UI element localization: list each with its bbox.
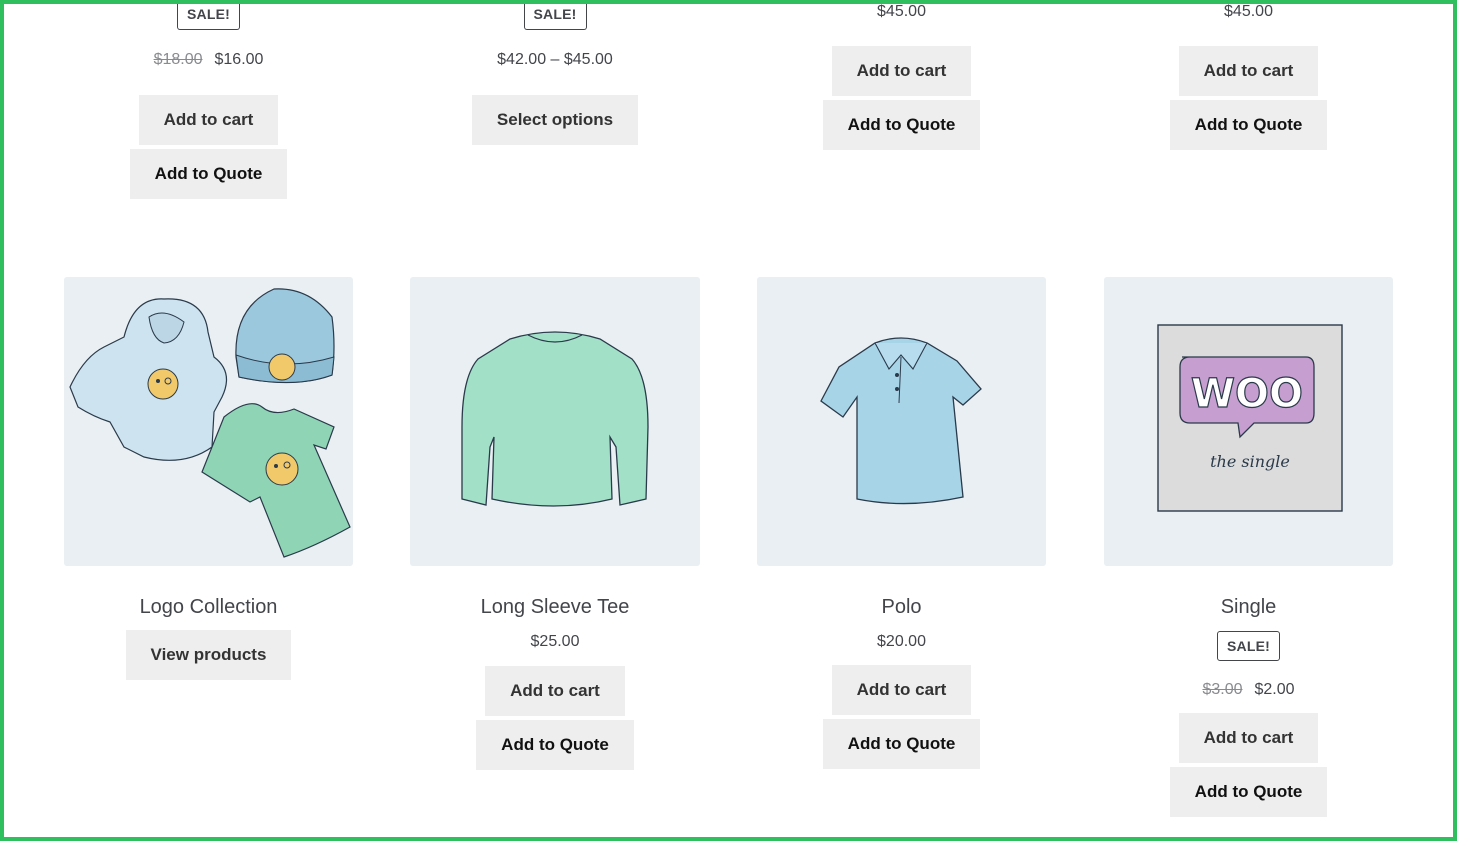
add-to-quote-button[interactable]: Add to Quote	[476, 720, 634, 770]
regular-price: $18.00	[153, 51, 203, 68]
polo-image[interactable]	[757, 277, 1046, 566]
product-title[interactable]: Long Sleeve Tee	[410, 594, 700, 620]
sale-price: $2.00	[1254, 681, 1295, 698]
long-sleeve-tee-illustration	[461, 331, 649, 507]
product-card-top-2: SALE! $42.00 – $45.00 Select options	[410, 0, 700, 210]
regular-price: $3.00	[1202, 681, 1243, 698]
add-to-quote-button[interactable]: Add to Quote	[822, 100, 981, 150]
product-card-polo: Polo $20.00 Add to cart Add to Quote	[757, 277, 1046, 769]
album-logo-text: WOO	[1191, 371, 1303, 417]
logo-collection-image[interactable]	[64, 277, 353, 566]
product-card-top-3: $45.00 Add to cart Add to Quote	[757, 0, 1046, 210]
sale-price: $16.00	[214, 51, 264, 68]
album-caption-text: the single	[1210, 452, 1290, 471]
price: $20.00	[877, 633, 926, 650]
sale-badge: SALE!	[523, 0, 587, 30]
product-card-top-1: SALE! $18.00 $16.00 Add to cart Add to Qu…	[64, 0, 353, 210]
product-card-logo-collection: Logo Collection View products	[64, 277, 353, 680]
add-to-quote-button[interactable]: Add to Quote	[129, 149, 288, 199]
price: $25.00	[530, 633, 580, 650]
sale-badge: SALE!	[1217, 631, 1280, 661]
add-to-cart-button[interactable]: Add to cart	[485, 666, 625, 716]
add-to-quote-button[interactable]: Add to Quote	[1169, 767, 1328, 817]
clothing-collection-illustration	[69, 288, 351, 558]
product-card-top-4: $45.00 Add to cart Add to Quote	[1104, 0, 1393, 210]
price: $45.00	[1224, 3, 1273, 20]
select-options-button[interactable]: Select options	[471, 95, 639, 145]
product-title[interactable]: Polo	[757, 594, 1046, 620]
price-range: $42.00 – $45.00	[497, 51, 613, 68]
product-card-long-sleeve-tee: Long Sleeve Tee $25.00 Add to cart Add t…	[410, 277, 700, 770]
price: $3.00 $2.00	[1104, 679, 1393, 701]
add-to-quote-button[interactable]: Add to Quote	[1169, 100, 1328, 150]
product-title[interactable]: Single	[1104, 594, 1393, 620]
price: $18.00 $16.00	[64, 49, 353, 71]
add-to-cart-button[interactable]: Add to cart	[1178, 713, 1319, 763]
polo-illustration	[820, 337, 982, 505]
sale-badge: SALE!	[177, 0, 240, 30]
add-to-cart-button[interactable]: Add to cart	[831, 665, 972, 715]
view-products-button[interactable]: View products	[125, 630, 292, 680]
woo-single-album-image[interactable]: WOO the single	[1104, 277, 1393, 566]
woo-album-illustration: WOO the single	[1157, 324, 1343, 512]
price: $45.00	[877, 3, 926, 20]
add-to-cart-button[interactable]: Add to cart	[1178, 46, 1319, 96]
product-title[interactable]: Logo Collection	[64, 594, 353, 620]
add-to-cart-button[interactable]: Add to cart	[138, 95, 279, 145]
add-to-cart-button[interactable]: Add to cart	[831, 46, 972, 96]
product-card-single: WOO the single Single SALE! $3.00 $2.00 A…	[1104, 277, 1393, 817]
long-sleeve-tee-image[interactable]	[410, 277, 700, 566]
add-to-quote-button[interactable]: Add to Quote	[822, 719, 981, 769]
